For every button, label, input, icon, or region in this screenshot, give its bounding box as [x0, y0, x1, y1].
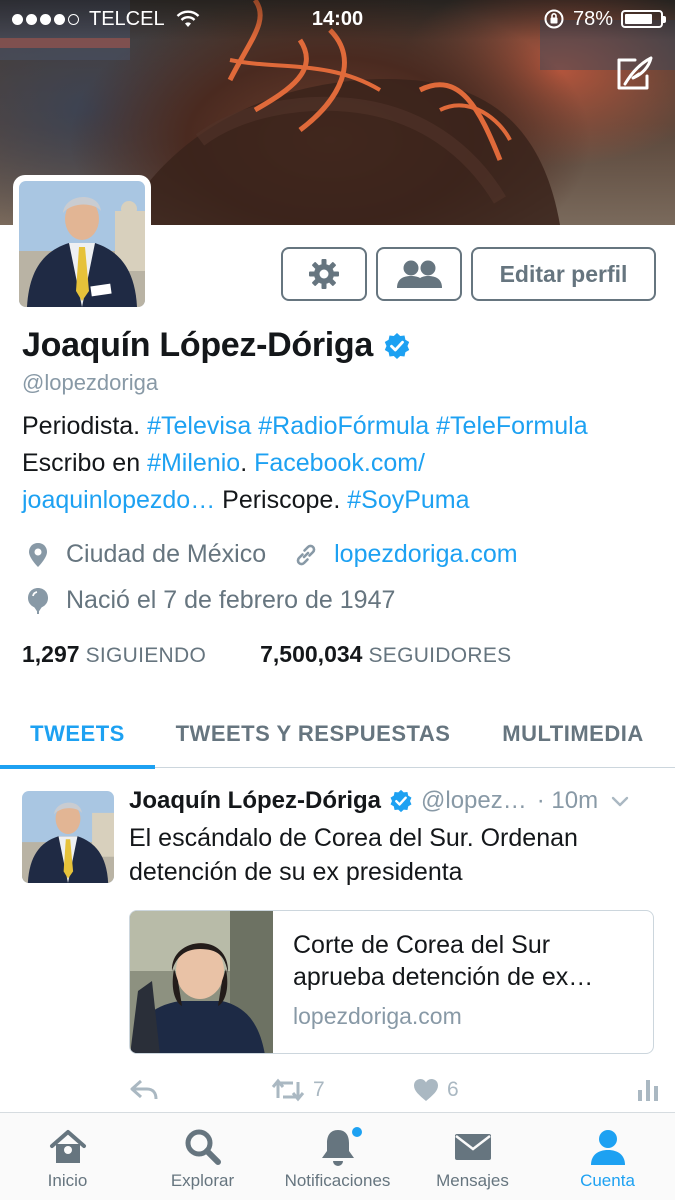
tweet-text: El escándalo de Corea del Sur. Ordenan d… [129, 824, 578, 886]
link-icon [292, 541, 320, 569]
bio-text: Periodista. [22, 412, 141, 440]
verified-badge-icon [384, 332, 410, 359]
envelope-icon [453, 1127, 493, 1167]
notification-dot [352, 1127, 362, 1137]
home-icon [48, 1127, 88, 1167]
tab-tweets[interactable]: TWEETS [0, 700, 155, 769]
retweet-icon [271, 1078, 305, 1102]
avatar-photo [22, 791, 114, 883]
link-card[interactable]: Corte de Corea del Sur aprueba detención… [129, 910, 654, 1054]
analytics-button[interactable] [637, 1078, 659, 1102]
bio-url-link[interactable]: joaquinlopezdo… [22, 486, 215, 514]
following-count: 1,297 [22, 641, 80, 667]
tweet-author-handle: @lopez… [421, 787, 527, 814]
tweet-author-avatar[interactable] [22, 791, 114, 883]
carrier-name: TELCEL [89, 7, 165, 30]
card-domain: lopezdoriga.com [293, 1003, 462, 1029]
bio-text: Periscope. [222, 486, 341, 514]
profile-avatar[interactable] [13, 175, 151, 313]
card-thumbnail [130, 911, 273, 1053]
bio-url-link[interactable]: Facebook.com/ [254, 449, 425, 477]
tabbar-notifications[interactable]: Notificaciones [270, 1113, 405, 1200]
orientation-lock-icon [544, 9, 564, 29]
tabbar-explore[interactable]: Explorar [135, 1113, 270, 1200]
chevron-down-icon[interactable] [610, 791, 630, 811]
tabbar-notifications-label: Notificaciones [284, 1171, 391, 1190]
following-stat[interactable]: 1,297 SIGUIENDO [22, 641, 206, 668]
battery-icon [621, 10, 666, 28]
bio-text: . [240, 449, 248, 477]
compose-tweet-icon[interactable] [613, 52, 657, 96]
tabbar-messages-label: Mensajes [436, 1171, 509, 1190]
tabbar-account[interactable]: Cuenta [540, 1113, 675, 1200]
followers-stat[interactable]: 7,500,034 SEGUIDORES [260, 641, 511, 668]
bio-text: Escribo en [22, 449, 141, 477]
heart-icon [414, 1079, 438, 1101]
tab-tweets-and-replies[interactable]: TWEETS Y RESPUESTAS [155, 700, 471, 768]
tweet-item[interactable]: Joaquín López-Dóriga @lopez… · 10m El es… [0, 769, 675, 1114]
like-button[interactable]: 6 [413, 1078, 613, 1102]
tab-media[interactable]: MULTIMEDIA [471, 700, 675, 768]
location-pin-icon [24, 541, 52, 569]
hashtag-link[interactable]: #RadioFórmula [258, 412, 429, 440]
followers-count: 7,500,034 [260, 641, 363, 667]
bottom-tab-bar: Inicio Explorar Notificaciones Mensajes [0, 1112, 675, 1200]
wifi-icon [176, 10, 199, 27]
analytics-icon [638, 1080, 658, 1101]
profile-birthday: Nació el 7 de febrero de 1947 [66, 586, 396, 614]
hashtag-link[interactable]: #SoyPuma [347, 486, 469, 514]
person-icon [588, 1127, 628, 1167]
retweet-count: 7 [313, 1078, 325, 1101]
status-bar: TELCEL 14:00 78% [0, 0, 675, 38]
settings-button[interactable] [281, 247, 367, 301]
edit-profile-button[interactable]: Editar perfil [471, 247, 656, 301]
tabbar-explore-label: Explorar [170, 1171, 235, 1190]
retweet-button[interactable]: 7 [271, 1078, 413, 1102]
hashtag-link[interactable]: #Televisa [147, 412, 251, 440]
verified-badge-icon [390, 789, 412, 813]
gear-icon [309, 259, 339, 289]
card-title: Corte de Corea del Sur aprueba detención… [293, 931, 594, 991]
balloon-icon [24, 587, 52, 615]
tabbar-account-label: Cuenta [580, 1171, 635, 1190]
profile-bio: Periodista. #Televisa #RadioFórmula #Tel… [22, 408, 662, 519]
tweet-author-name[interactable]: Joaquín López-Dóriga [129, 787, 381, 815]
hashtag-link[interactable]: #TeleFormula [436, 412, 587, 440]
like-count: 6 [447, 1078, 459, 1101]
profile-location: Ciudad de México [66, 540, 267, 568]
tabbar-home-label: Inicio [47, 1171, 88, 1190]
people-icon [397, 260, 442, 288]
search-icon [183, 1127, 223, 1167]
profile-handle: @lopezdoriga [22, 370, 159, 395]
reply-icon [130, 1079, 158, 1100]
following-label: SIGUIENDO [85, 644, 207, 667]
profile-name: Joaquín López-Dóriga [22, 326, 374, 364]
profile-website-link[interactable]: lopezdoriga.com [334, 540, 517, 569]
reply-button[interactable] [129, 1079, 271, 1101]
avatar-photo [19, 181, 145, 307]
lists-people-button[interactable] [376, 247, 462, 301]
profile-tabs: TWEETS TWEETS Y RESPUESTAS MULTIMEDIA [0, 700, 675, 769]
signal-strength-icon [12, 13, 79, 25]
tweet-timestamp: · 10m [536, 787, 599, 814]
tabbar-home[interactable]: Inicio [0, 1113, 135, 1200]
battery-percent: 78% [572, 7, 613, 30]
hashtag-link[interactable]: #Milenio [147, 449, 240, 477]
tabbar-messages[interactable]: Mensajes [405, 1113, 540, 1200]
followers-label: SEGUIDORES [368, 644, 512, 667]
